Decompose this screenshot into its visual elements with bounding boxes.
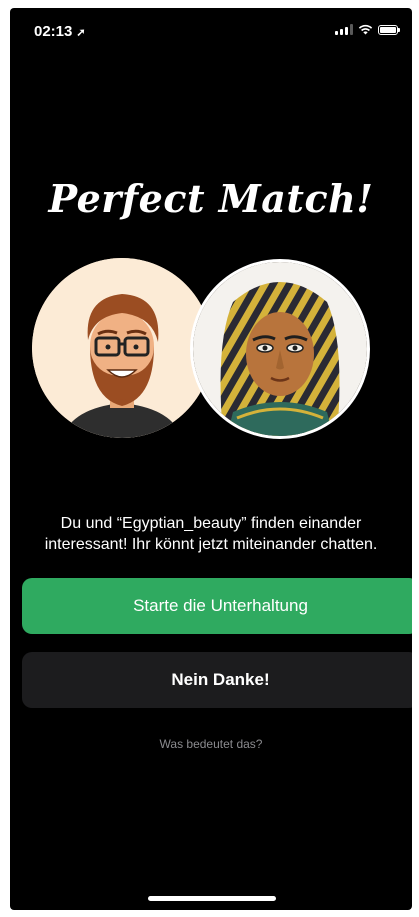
match-title: Perfect Match!	[48, 176, 374, 221]
wifi-icon	[358, 24, 373, 35]
dismiss-button[interactable]: Nein Danke!	[22, 652, 412, 708]
status-icons	[335, 24, 400, 35]
status-time: 02:13 ➚	[34, 23, 86, 40]
status-bar: 02:13 ➚	[10, 8, 412, 52]
status-time-text: 02:13	[34, 23, 73, 40]
dismiss-label: Nein Danke!	[171, 670, 270, 689]
match-message: Du und “Egyptian_beauty” finden einander…	[10, 513, 412, 555]
location-arrow-icon: ➚	[76, 27, 86, 39]
home-indicator[interactable]	[148, 896, 276, 901]
match-message-line1: Du und “Egyptian_beauty” finden einander	[60, 515, 362, 532]
cellular-signal-icon	[335, 24, 353, 35]
battery-icon	[378, 24, 400, 35]
egyptian-mask-avatar	[190, 259, 370, 439]
match-screen: 02:13 ➚ Perfect Match! Du und “Egyptian_…	[10, 8, 412, 910]
match-message-line2: interessant! Ihr könnt jetzt miteinander…	[44, 536, 378, 553]
start-chat-button[interactable]: Starte die Unterhaltung	[22, 578, 412, 634]
cartoon-man-avatar	[32, 258, 212, 438]
start-chat-label: Starte die Unterhaltung	[133, 596, 308, 615]
cartoon-man-illustration	[32, 258, 212, 438]
egyptian-mask-illustration	[193, 262, 367, 436]
help-link[interactable]: Was bedeutet das?	[10, 737, 412, 751]
